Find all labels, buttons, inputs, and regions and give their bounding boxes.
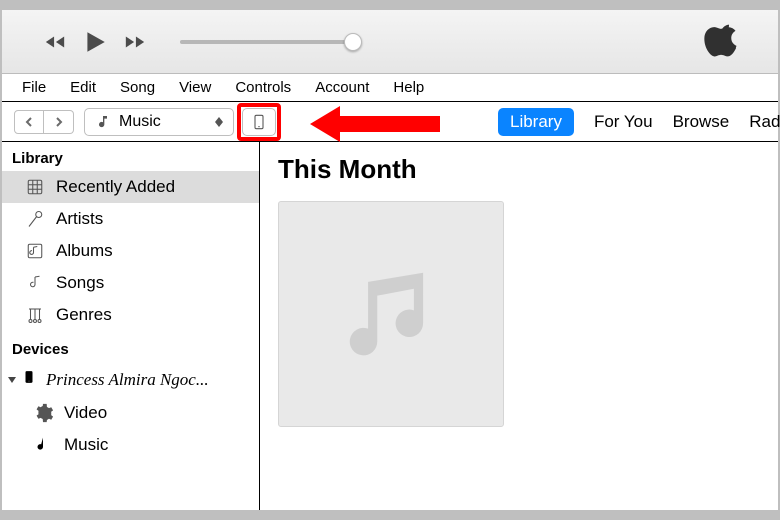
top-tabs: Library For You Browse Rad	[498, 108, 780, 136]
skip-back-icon	[44, 31, 66, 53]
arrow-left-icon	[310, 106, 440, 142]
section-title: This Month	[278, 154, 760, 185]
device-button[interactable]	[242, 108, 276, 136]
sidebar-item-recently-added[interactable]: Recently Added	[2, 171, 259, 203]
chevron-right-icon	[54, 117, 64, 127]
sidebar-device[interactable]: Princess Almira Ngoc...	[2, 362, 259, 397]
next-button[interactable]	[122, 29, 148, 55]
sidebar-item-songs[interactable]: Songs	[2, 267, 259, 299]
phone-icon	[251, 112, 267, 132]
category-dropdown-label: Music	[119, 113, 161, 131]
sidebar-item-label: Albums	[56, 241, 113, 261]
sidebar: Library Recently Added Artists Albums So…	[2, 142, 260, 510]
sidebar-heading-library: Library	[2, 146, 259, 171]
menu-file[interactable]: File	[12, 77, 56, 98]
sidebar-item-label: Recently Added	[56, 177, 175, 197]
skip-forward-icon	[124, 31, 146, 53]
music-note-icon	[336, 259, 446, 369]
album-icon	[24, 241, 46, 261]
playback-controls	[42, 29, 148, 55]
sidebar-device-name: Princess Almira Ngoc...	[46, 370, 209, 390]
body: Library Recently Added Artists Albums So…	[2, 142, 778, 510]
menu-bar: File Edit Song View Controls Account Hel…	[2, 74, 778, 102]
music-note-icon	[95, 114, 111, 130]
sidebar-item-genres[interactable]: Genres	[2, 299, 259, 331]
sidebar-item-label: Artists	[56, 209, 103, 229]
sidebar-device-music[interactable]: Music	[2, 429, 259, 461]
main-panel: This Month	[260, 142, 778, 510]
toolbar: Music Library For You Browse Rad	[2, 102, 778, 142]
previous-button[interactable]	[42, 29, 68, 55]
nav-back-button[interactable]	[14, 110, 44, 134]
menu-help[interactable]: Help	[383, 77, 434, 98]
volume-knob[interactable]	[344, 33, 362, 51]
chevron-left-icon	[24, 117, 34, 127]
grid-icon	[24, 177, 46, 197]
mic-icon	[24, 209, 46, 229]
apple-logo	[704, 20, 738, 63]
nav-forward-button[interactable]	[44, 110, 74, 134]
sidebar-sub-label: Music	[64, 435, 108, 455]
phone-icon	[22, 368, 40, 391]
play-icon	[82, 27, 108, 57]
sidebar-item-label: Genres	[56, 305, 112, 325]
menu-view[interactable]: View	[169, 77, 221, 98]
player-bar	[2, 10, 778, 74]
play-button[interactable]	[82, 29, 108, 55]
gear-icon	[32, 403, 54, 423]
music-note-icon	[24, 273, 46, 293]
genre-icon	[24, 305, 46, 325]
tab-library[interactable]: Library	[498, 108, 574, 136]
callout-arrow	[310, 106, 440, 142]
volume-slider[interactable]	[180, 40, 360, 44]
sidebar-item-artists[interactable]: Artists	[2, 203, 259, 235]
sidebar-heading-devices: Devices	[2, 337, 259, 362]
apple-icon	[704, 20, 738, 60]
menu-controls[interactable]: Controls	[225, 77, 301, 98]
category-dropdown[interactable]: Music	[84, 108, 234, 136]
tab-radio[interactable]: Rad	[749, 112, 780, 132]
disclosure-triangle-icon[interactable]	[8, 377, 16, 383]
sidebar-item-label: Songs	[56, 273, 104, 293]
tab-browse[interactable]: Browse	[673, 112, 730, 132]
sidebar-sub-label: Video	[64, 403, 107, 423]
album-placeholder-tile[interactable]	[278, 201, 504, 427]
sidebar-item-albums[interactable]: Albums	[2, 235, 259, 267]
sidebar-device-video[interactable]: Video	[2, 397, 259, 429]
tab-for-you[interactable]: For You	[594, 112, 653, 132]
menu-edit[interactable]: Edit	[60, 77, 106, 98]
menu-song[interactable]: Song	[110, 77, 165, 98]
music-note-icon	[32, 435, 54, 455]
dropdown-arrows-icon	[213, 113, 225, 131]
menu-account[interactable]: Account	[305, 77, 379, 98]
